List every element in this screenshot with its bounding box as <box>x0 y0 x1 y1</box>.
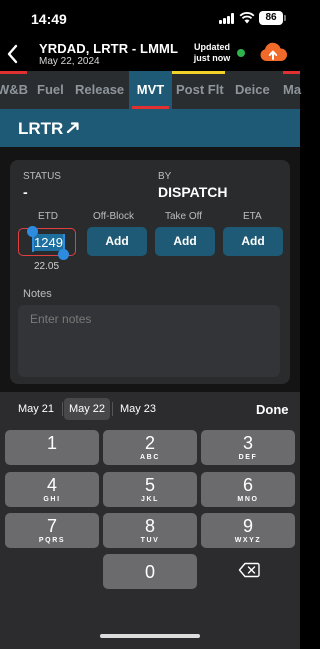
tab-mvt[interactable]: MVT <box>129 71 172 109</box>
departure-airport: LRTR <box>18 119 64 138</box>
flight-date: May 22, 2024 <box>39 56 100 67</box>
key-letters: GHI <box>43 496 61 503</box>
online-status-dot <box>237 49 245 57</box>
tab-release[interactable]: Release <box>75 71 124 109</box>
key-digit: 7 <box>46 516 57 536</box>
notes-placeholder: Enter notes <box>30 312 92 326</box>
sync-status: Updated just now <box>192 42 232 64</box>
notes-input[interactable]: Enter notes <box>18 305 280 377</box>
key-8[interactable]: 8 TUV <box>103 513 197 548</box>
status-value: - <box>23 184 28 200</box>
key-digit: 3 <box>242 433 253 453</box>
key-digit: 4 <box>46 475 57 495</box>
key-digit: 1 <box>46 433 57 453</box>
etd-date: 22.05 <box>34 261 60 272</box>
tab-mvt-label: MVT <box>136 82 165 97</box>
battery-icon: 86 <box>259 11 286 25</box>
key-letters: DEF <box>238 454 258 461</box>
etd-input[interactable]: 1249 <box>18 226 76 260</box>
flight-header: YRDAD, LRTR - LMML May 22, 2024 Updated … <box>0 38 300 72</box>
key-4[interactable]: 4 GHI <box>5 472 99 507</box>
status-time: 14:49 <box>31 11 67 27</box>
done-button[interactable]: Done <box>256 402 289 417</box>
key-letters: MNO <box>237 496 259 503</box>
route-bar: LRTR <box>0 109 300 147</box>
key-digit: 6 <box>242 475 253 495</box>
tab-more[interactable]: Ma <box>283 71 301 109</box>
key-letters: TUV <box>140 537 160 544</box>
key-letters: JKL <box>140 496 160 503</box>
tab-fuel[interactable]: Fuel <box>37 71 64 109</box>
eta-add-button[interactable]: Add <box>223 227 283 256</box>
key-digit: 2 <box>144 433 155 453</box>
cloud-upload-icon[interactable] <box>258 41 288 65</box>
back-chevron-icon[interactable] <box>6 43 20 65</box>
flight-title: YRDAD, LRTR - LMML <box>39 41 178 56</box>
key-2[interactable]: 2 ABC <box>103 430 197 465</box>
date-separator <box>62 402 63 416</box>
key-5[interactable]: 5 JKL <box>103 472 197 507</box>
key-digit: 8 <box>144 516 155 536</box>
key-digit: 9 <box>242 516 253 536</box>
cellular-signal-icon <box>219 13 236 24</box>
takeoff-arrow-icon <box>66 122 79 134</box>
key-digit: 0 <box>144 562 155 582</box>
selection-end-handle[interactable] <box>58 249 69 260</box>
battery-level: 86 <box>265 12 277 23</box>
tab-post-flt[interactable]: Post Flt <box>176 71 224 109</box>
offblock-label: Off-Block <box>93 211 134 222</box>
home-indicator <box>100 634 200 638</box>
status-bar: 14:49 86 <box>0 0 300 38</box>
key-3[interactable]: 3 DEF <box>201 430 295 465</box>
key-digit: 5 <box>144 475 155 495</box>
date-option-may-21[interactable]: May 21 <box>12 398 60 420</box>
numeric-keyboard: May 21 May 22 May 23 Done 1 2 ABC 3 DEF 4G… <box>0 392 300 649</box>
selection-start-handle[interactable] <box>27 226 38 237</box>
key-letters: ABC <box>140 454 160 461</box>
etd-input-value[interactable]: 1249 <box>33 234 64 251</box>
eta-label: ETA <box>243 211 262 222</box>
movement-card: STATUS - BY DISPATCH ETD Off-Block Take … <box>10 160 290 384</box>
key-7[interactable]: 7 PQRS <box>5 513 99 548</box>
key-letters: PQRS <box>38 537 66 544</box>
wifi-icon <box>239 12 255 24</box>
sync-status-line1: Updated <box>194 42 230 52</box>
sync-status-line2: just now <box>193 53 231 63</box>
key-1[interactable]: 1 <box>5 430 99 465</box>
by-value: DISPATCH <box>158 184 228 200</box>
notes-label: Notes <box>23 288 52 300</box>
date-option-may-22[interactable]: May 22 <box>64 398 110 420</box>
etd-label: ETD <box>38 211 58 222</box>
date-option-may-23[interactable]: May 23 <box>114 398 162 420</box>
movement-content: STATUS - BY DISPATCH ETD Off-Block Take … <box>0 147 300 392</box>
tab-bar: W&B Fuel Release MVT Post Flt Deice Ma <box>0 71 301 109</box>
backspace-icon[interactable] <box>238 562 260 578</box>
date-separator <box>112 402 113 416</box>
key-6[interactable]: 6 MNO <box>201 472 295 507</box>
key-letters: WXYZ <box>234 537 262 544</box>
tab-wb[interactable]: W&B <box>0 71 28 109</box>
tab-deice[interactable]: Deice <box>235 71 270 109</box>
key-0[interactable]: 0 <box>103 554 197 589</box>
status-label: STATUS <box>23 171 61 182</box>
takeoff-label: Take Off <box>165 211 203 222</box>
by-label: BY <box>158 171 172 182</box>
takeoff-add-button[interactable]: Add <box>155 227 215 256</box>
key-9[interactable]: 9 WXYZ <box>201 513 295 548</box>
offblock-add-button[interactable]: Add <box>87 227 147 256</box>
